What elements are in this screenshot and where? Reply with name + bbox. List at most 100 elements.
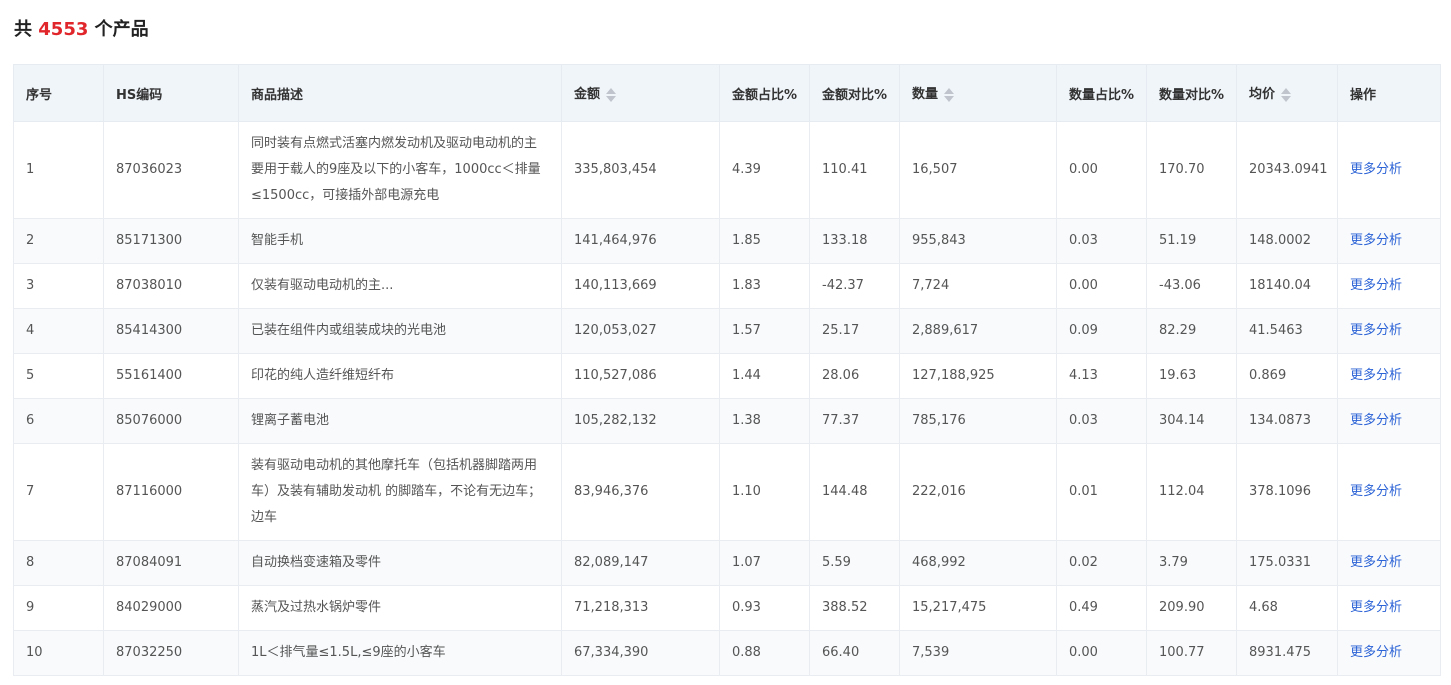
- more-analysis-link[interactable]: 更多分析: [1350, 368, 1402, 383]
- more-analysis-link[interactable]: 更多分析: [1350, 278, 1402, 293]
- cell-amount: 335,803,454: [561, 121, 720, 219]
- cell-description: 仅装有驱动电动机的主...: [238, 263, 562, 309]
- more-analysis-link[interactable]: 更多分析: [1350, 600, 1402, 615]
- cell-description-text: 蒸汽及过热水锅炉零件: [251, 600, 382, 615]
- cell-amount-compare: 28.06: [809, 353, 900, 399]
- cell-quantity-compare-text: 82.29: [1159, 323, 1197, 338]
- cell-hs-code: 84029000: [103, 585, 239, 631]
- cell-hs-code: 87084091: [103, 540, 239, 586]
- table-row: 8 87084091 自动换档变速箱及零件 82,089,147 1.07 5.59 468…: [13, 540, 1441, 586]
- cell-quantity-share: 0.00: [1056, 121, 1147, 219]
- cell-avg-price: 20343.0941: [1236, 121, 1338, 219]
- cell-quantity-text: 15,217,475: [912, 600, 987, 615]
- cell-index: 7: [13, 443, 104, 541]
- cell-amount: 140,113,669: [561, 263, 720, 309]
- cell-description: 印花的纯人造纤维短纤布: [238, 353, 562, 399]
- cell-quantity-share: 0.00: [1056, 630, 1147, 676]
- cell-index-text: 1: [26, 162, 35, 177]
- cell-quantity-compare-text: 304.14: [1159, 413, 1205, 428]
- cell-quantity-text: 468,992: [912, 555, 966, 570]
- more-analysis-link[interactable]: 更多分析: [1350, 555, 1402, 570]
- header-amount[interactable]: 金额: [561, 64, 720, 122]
- cell-quantity: 955,843: [899, 218, 1057, 264]
- cell-quantity: 127,188,925: [899, 353, 1057, 399]
- cell-avg-price-text: 4.68: [1249, 600, 1278, 615]
- cell-quantity: 2,889,617: [899, 308, 1057, 354]
- cell-amount-share: 1.07: [719, 540, 810, 586]
- cell-quantity-text: 2,889,617: [912, 323, 979, 338]
- cell-quantity-text: 7,539: [912, 645, 950, 660]
- cell-quantity-share-text: 0.49: [1069, 600, 1098, 615]
- cell-avg-price-text: 41.5463: [1249, 323, 1303, 338]
- cell-hs-code: 87116000: [103, 443, 239, 541]
- sort-icon[interactable]: [944, 87, 955, 103]
- table-row: 3 87038010 仅装有驱动电动机的主... 140,113,669 1.83 -42…: [13, 263, 1441, 309]
- product-table-container: 序号 HS编码 商品描述 金额 金额占比% 金额对比% 数量 数量占比% 数量对…: [13, 64, 1441, 676]
- cell-avg-price-text: 20343.0941: [1249, 162, 1328, 177]
- cell-description: 已装在组件内或组装成块的光电池: [238, 308, 562, 354]
- cell-index: 2: [13, 218, 104, 264]
- cell-amount-share: 1.83: [719, 263, 810, 309]
- more-analysis-link[interactable]: 更多分析: [1350, 323, 1402, 338]
- cell-index: 5: [13, 353, 104, 399]
- summary-suffix: 个产品: [94, 19, 149, 40]
- table-row: 7 87116000 装有驱动电动机的其他摩托车（包括机器脚踏两用车）及装有辅助发动…: [13, 443, 1441, 541]
- cell-index-text: 7: [26, 484, 35, 499]
- cell-amount-compare-text: 144.48: [822, 484, 868, 499]
- cell-hs-code-text: 84029000: [116, 600, 183, 615]
- cell-quantity-share-text: 0.00: [1069, 162, 1098, 177]
- header-amount-compare: 金额对比%: [809, 64, 900, 122]
- header-hs-code: HS编码: [103, 64, 239, 122]
- cell-index: 8: [13, 540, 104, 586]
- cell-quantity-compare: 170.70: [1146, 121, 1237, 219]
- cell-hs-code-text: 85076000: [116, 413, 183, 428]
- cell-amount-compare-text: -42.37: [822, 278, 864, 293]
- more-analysis-link[interactable]: 更多分析: [1350, 484, 1402, 499]
- cell-index-text: 8: [26, 555, 35, 570]
- header-quantity[interactable]: 数量: [899, 64, 1057, 122]
- more-analysis-link[interactable]: 更多分析: [1350, 162, 1402, 177]
- cell-quantity-compare-text: 112.04: [1159, 484, 1205, 499]
- cell-index-text: 6: [26, 413, 35, 428]
- cell-action: 更多分析: [1337, 398, 1441, 444]
- header-quantity-compare: 数量对比%: [1146, 64, 1237, 122]
- cell-quantity: 222,016: [899, 443, 1057, 541]
- cell-amount-compare: 110.41: [809, 121, 900, 219]
- cell-amount-share: 1.85: [719, 218, 810, 264]
- sort-icon[interactable]: [606, 87, 617, 103]
- cell-avg-price: 18140.04: [1236, 263, 1338, 309]
- cell-index: 10: [13, 630, 104, 676]
- cell-hs-code: 87032250: [103, 630, 239, 676]
- cell-quantity-share: 0.00: [1056, 263, 1147, 309]
- cell-hs-code-text: 85171300: [116, 233, 183, 248]
- cell-hs-code-text: 87036023: [116, 162, 183, 177]
- cell-amount-compare-text: 28.06: [822, 368, 860, 383]
- cell-index-text: 10: [26, 645, 43, 660]
- cell-amount-text: 335,803,454: [574, 162, 657, 177]
- cell-description-text: 仅装有驱动电动机的主...: [251, 278, 394, 293]
- cell-description-text: 已装在组件内或组装成块的光电池: [251, 323, 447, 338]
- header-avg-price[interactable]: 均价: [1236, 64, 1338, 122]
- header-index: 序号: [13, 64, 104, 122]
- cell-amount-share-text: 4.39: [732, 162, 761, 177]
- more-analysis-link[interactable]: 更多分析: [1350, 413, 1402, 428]
- more-analysis-link[interactable]: 更多分析: [1350, 645, 1402, 660]
- sort-icon[interactable]: [1281, 87, 1292, 103]
- cell-quantity-compare: 304.14: [1146, 398, 1237, 444]
- more-analysis-link[interactable]: 更多分析: [1350, 233, 1402, 248]
- cell-amount-text: 110,527,086: [574, 368, 657, 383]
- cell-hs-code-text: 55161400: [116, 368, 183, 383]
- header-quantity-share: 数量占比%: [1056, 64, 1147, 122]
- summary-prefix: 共: [14, 19, 32, 40]
- cell-description-text: 同时装有点燃式活塞内燃发动机及驱动电动机的主要用于载人的9座及以下的小客车，10…: [251, 136, 541, 203]
- cell-avg-price-text: 0.869: [1249, 368, 1287, 383]
- cell-quantity-share: 4.13: [1056, 353, 1147, 399]
- cell-index: 3: [13, 263, 104, 309]
- cell-amount-share: 1.38: [719, 398, 810, 444]
- cell-avg-price: 41.5463: [1236, 308, 1338, 354]
- cell-quantity: 785,176: [899, 398, 1057, 444]
- cell-quantity-compare: 82.29: [1146, 308, 1237, 354]
- cell-avg-price: 4.68: [1236, 585, 1338, 631]
- cell-quantity-compare: 112.04: [1146, 443, 1237, 541]
- cell-amount-share-text: 0.88: [732, 645, 761, 660]
